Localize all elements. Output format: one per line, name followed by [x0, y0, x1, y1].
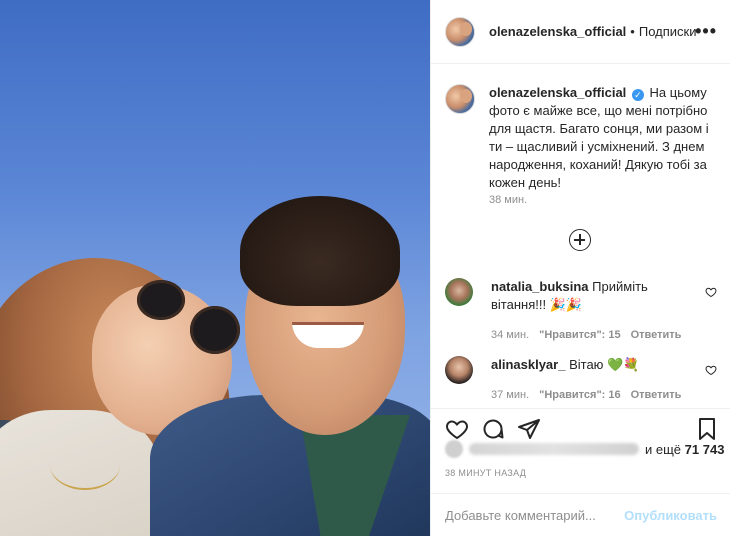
liker-avatar[interactable]	[445, 440, 463, 458]
caption-text-block: olenazelenska_official ✓ На цьому фото є…	[489, 84, 717, 192]
post-header: olenazelenska_official • Подписки •••	[431, 0, 730, 64]
photo-necklace	[50, 440, 120, 490]
comment-text: Вітаю 💚💐	[569, 357, 640, 372]
commenter-avatar[interactable]	[445, 356, 473, 384]
comment-meta: 34 мин. "Нравится": 15 Ответить	[491, 326, 687, 344]
comment-time[interactable]: 34 мин.	[491, 326, 529, 344]
author-username[interactable]: olenazelenska_official	[489, 24, 626, 39]
add-comment-bar: Опубликовать	[431, 493, 730, 536]
comment-item: natalia_buksina Прийміть вітання!!! 🎉🎉 3…	[445, 278, 717, 344]
photo-man-hair	[240, 196, 400, 306]
post-side-panel: olenazelenska_official • Подписки ••• ol…	[430, 0, 730, 536]
caption-username[interactable]: olenazelenska_official	[489, 85, 626, 100]
follow-status-button[interactable]: Подписки	[639, 24, 697, 39]
comment-body: natalia_buksina Прийміть вітання!!! 🎉🎉 3…	[491, 278, 687, 344]
comment-input[interactable]	[445, 507, 625, 523]
likes-prefix: и ещё	[645, 441, 682, 457]
comment-likes-count[interactable]: "Нравится": 15	[539, 326, 620, 344]
like-comment-icon[interactable]	[705, 286, 717, 298]
photo-sunglasses-left	[137, 280, 185, 320]
likes-summary[interactable]: и ещё 71 743	[445, 440, 724, 458]
comment-item: alinasklyar_ Вітаю 💚💐 37 мин. "Нравится"…	[445, 356, 717, 404]
like-comment-icon[interactable]	[705, 364, 717, 376]
caption-time: 38 мин.	[489, 194, 528, 206]
comment-time[interactable]: 37 мин.	[491, 386, 529, 404]
like-heart-icon[interactable]	[445, 417, 469, 441]
caption-author-avatar[interactable]	[445, 84, 475, 114]
commenter-username[interactable]: alinasklyar_	[491, 357, 565, 372]
share-direct-icon[interactable]	[517, 417, 541, 441]
post-caption: olenazelenska_official ✓ На цьому фото є…	[445, 84, 717, 192]
caption-text: На цьому фото є майже все, що мені потрі…	[489, 85, 709, 190]
comment-meta: 37 мин. "Нравится": 16 Ответить	[491, 386, 687, 404]
post-timestamp[interactable]: 38 МИНУТ НАЗАД	[445, 468, 526, 478]
author-avatar[interactable]	[445, 16, 475, 47]
photo-sunglasses-right	[190, 306, 240, 354]
reply-button[interactable]: Ответить	[631, 386, 682, 404]
likes-count: 71 743	[684, 441, 725, 457]
comment-likes-count[interactable]: "Нравится": 16	[539, 386, 620, 404]
load-more-comments-icon[interactable]	[569, 229, 591, 251]
reply-button[interactable]: Ответить	[631, 326, 682, 344]
post-photo[interactable]	[0, 0, 430, 536]
separator-dot: •	[630, 24, 635, 39]
more-options-icon[interactable]: •••	[695, 22, 717, 40]
comments-area[interactable]: olenazelenska_official ✓ На цьому фото є…	[431, 64, 730, 408]
publish-button[interactable]: Опубликовать	[624, 508, 717, 523]
bookmark-icon[interactable]	[695, 417, 719, 441]
commenter-avatar[interactable]	[445, 278, 473, 306]
comment-body: alinasklyar_ Вітаю 💚💐 37 мин. "Нравится"…	[491, 356, 687, 404]
comment-bubble-icon[interactable]	[481, 417, 505, 441]
likes-count-text[interactable]: и ещё 71 743	[645, 442, 724, 457]
verified-badge-icon: ✓	[631, 89, 644, 101]
commenter-username[interactable]: natalia_buksina	[491, 279, 589, 294]
liked-by-usernames-blurred	[469, 443, 639, 455]
